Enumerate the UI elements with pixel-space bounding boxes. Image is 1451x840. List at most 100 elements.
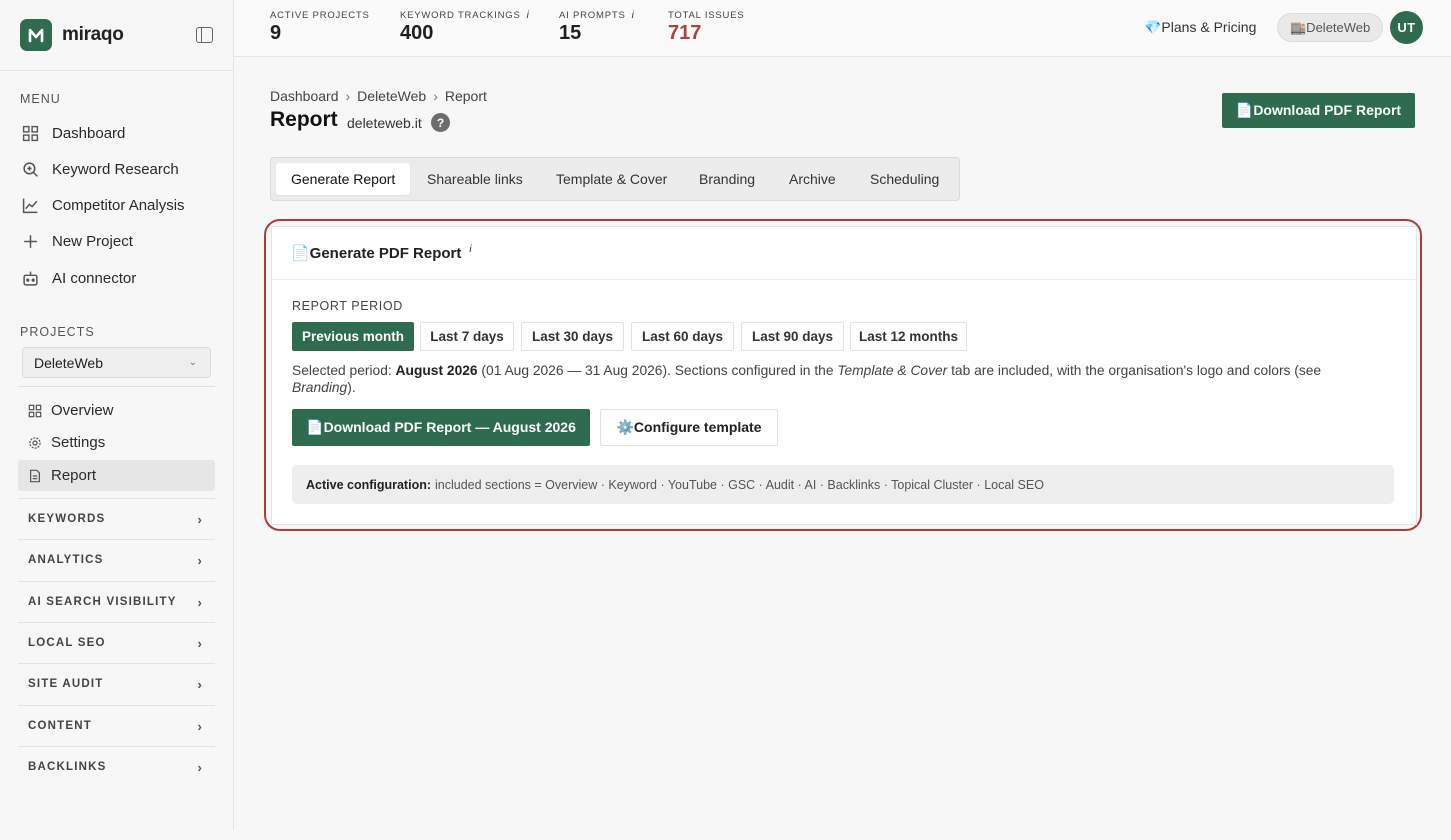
menu-item-label: Keyword Research [52, 160, 179, 178]
menu-item-label: Competitor Analysis [52, 196, 185, 214]
nav-group-site-audit[interactable]: SITE AUDIT › [18, 663, 215, 704]
menu-item-competitor-analysis[interactable]: Competitor Analysis [22, 193, 185, 217]
tab-archive[interactable]: Archive [774, 163, 851, 195]
chevron-right-icon: › [197, 636, 203, 651]
nav-group-local-seo[interactable]: LOCAL SEO › [18, 622, 215, 663]
period-previous-month[interactable]: Previous month [292, 322, 414, 351]
stat-label: ACTIVE PROJECTS [270, 10, 370, 21]
breadcrumb-separator: › [433, 88, 438, 104]
info-icon[interactable]: i [527, 10, 530, 21]
config-text: included sections = Overview · Keyword ·… [435, 477, 1044, 492]
project-nav-label: Report [51, 467, 97, 484]
plus-icon [24, 234, 37, 248]
nav-group-label: KEYWORDS [28, 513, 106, 525]
tab-scheduling[interactable]: Scheduling [855, 163, 954, 195]
stat-active-projects: ACTIVE PROJECTS 9 [270, 10, 370, 45]
tab-template-cover[interactable]: Template & Cover [541, 163, 682, 195]
project-select-value: DeleteWeb [34, 354, 104, 371]
breadcrumb-dashboard[interactable]: Dashboard [270, 88, 339, 104]
menu-item-new-project[interactable]: New Project [22, 229, 133, 253]
menu-item-ai-connector[interactable]: AI connector [22, 266, 136, 290]
nav-group-label: SITE AUDIT [28, 678, 104, 690]
logo-text: miraqo [62, 24, 124, 45]
nav-group-label: BACKLINKS [28, 761, 107, 773]
nav-group-keywords[interactable]: KEYWORDS › [18, 498, 215, 539]
nav-group-ai-search-visibility[interactable]: AI SEARCH VISIBILITY › [18, 581, 215, 622]
stat-ai-prompts: AI PROMPTS i 15 [559, 10, 635, 45]
plans-pricing-link[interactable]: 💎Plans & Pricing [1144, 19, 1256, 36]
tab-bar: Generate Report Shareable links Template… [270, 157, 960, 201]
chevron-right-icon: › [197, 760, 203, 775]
breadcrumb-current: Report [444, 88, 487, 104]
stat-label: TOTAL ISSUES [668, 10, 745, 21]
tab-shareable-links[interactable]: Shareable links [412, 163, 538, 195]
menu-item-label: New Project [52, 232, 133, 250]
stat-value: 9 [270, 22, 282, 44]
chevron-right-icon: › [197, 553, 203, 568]
menu-item-label: Dashboard [52, 124, 126, 142]
chevron-down-icon: ⌄ [188, 357, 197, 368]
period-last-7-days[interactable]: Last 7 days [420, 322, 514, 351]
project-select[interactable]: DeleteWeb ⌄ [22, 347, 211, 378]
sidebar-toggle-icon[interactable] [196, 27, 213, 43]
chart-icon [22, 198, 38, 213]
nav-group-content[interactable]: CONTENT › [18, 705, 215, 746]
period-last-60-days[interactable]: Last 60 days [631, 322, 734, 351]
chevron-right-icon: › [197, 595, 203, 610]
chevron-right-icon: › [197, 677, 203, 692]
page-title: Report [270, 108, 338, 131]
stat-value: 400 [400, 22, 434, 44]
menu-item-keyword-research[interactable]: Keyword Research [22, 157, 179, 181]
chevron-right-icon: › [197, 719, 203, 734]
stat-label: AI PROMPTS i [559, 10, 635, 21]
info-icon[interactable]: i [469, 244, 471, 255]
stat-label: KEYWORD TRACKINGS i [400, 10, 530, 21]
tab-generate-report[interactable]: Generate Report [276, 163, 411, 195]
grid-icon [28, 404, 42, 417]
report-icon [30, 469, 40, 482]
project-nav-report[interactable]: Report [18, 460, 215, 491]
download-pdf-button[interactable]: 📄Download PDF Report [1222, 93, 1415, 128]
nav-group-backlinks[interactable]: BACKLINKS › [18, 746, 215, 787]
info-icon[interactable]: i [632, 10, 635, 21]
nav-group-analytics[interactable]: ANALYTICS › [18, 539, 215, 580]
projects-section-title: PROJECTS [20, 325, 95, 339]
menu-item-dashboard[interactable]: Dashboard [22, 121, 125, 145]
report-period-label: REPORT PERIOD [292, 299, 403, 313]
workspace-button[interactable]: 🏬DeleteWeb [1277, 13, 1384, 42]
menu-item-label: AI connector [52, 269, 137, 287]
configure-template-button[interactable]: ⚙️Configure template [600, 409, 778, 446]
period-last-30-days[interactable]: Last 30 days [521, 322, 624, 351]
gear-icon [29, 436, 41, 449]
period-last-90-days[interactable]: Last 90 days [741, 322, 844, 351]
tab-branding[interactable]: Branding [684, 163, 770, 195]
project-domain: deleteweb.it [347, 115, 422, 131]
nav-group-label: CONTENT [28, 720, 92, 732]
stat-value: 15 [559, 22, 582, 44]
sidebar: miraqo MENU Dashboard Keyword Research C… [0, 0, 234, 830]
nav-group-label: LOCAL SEO [28, 637, 106, 649]
avatar[interactable]: UT [1390, 11, 1423, 44]
nav-group-label: AI SEARCH VISIBILITY [28, 596, 177, 608]
help-icon[interactable]: ? [431, 113, 450, 132]
chevron-right-icon: › [197, 512, 203, 527]
generate-report-card: 📄Generate PDF Report i REPORT PERIOD Pre… [271, 226, 1417, 525]
project-nav-overview[interactable]: Overview [18, 395, 215, 426]
stat-keyword-trackings: KEYWORD TRACKINGS i 400 [400, 10, 530, 45]
menu-section-title: MENU [20, 92, 61, 106]
top-bar: ACTIVE PROJECTS 9 KEYWORD TRACKINGS i 400… [234, 0, 1451, 57]
logo-icon[interactable] [20, 19, 52, 51]
robot-icon [23, 271, 38, 286]
period-last-12-months[interactable]: Last 12 months [850, 322, 967, 351]
breadcrumb-separator: › [345, 88, 351, 104]
project-nav-settings[interactable]: Settings [18, 427, 215, 458]
config-label: Active configuration: [306, 477, 432, 492]
card-header: 📄Generate PDF Report i [272, 227, 1416, 280]
brand: miraqo [0, 0, 233, 71]
download-period-report-button[interactable]: 📄Download PDF Report — August 2026 [292, 409, 590, 446]
card-title: 📄Generate PDF Report [291, 245, 462, 262]
breadcrumb-project[interactable]: DeleteWeb [357, 88, 426, 104]
period-description: Selected period: August 2026 (01 Aug 202… [292, 363, 1322, 395]
divider [18, 386, 215, 387]
grid-icon [22, 125, 39, 141]
